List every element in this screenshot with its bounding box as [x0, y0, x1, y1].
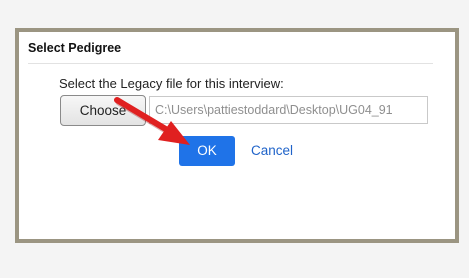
dialog-title: Select Pedigree: [28, 41, 122, 55]
file-prompt-label: Select the Legacy file for this intervie…: [59, 76, 284, 91]
cancel-link[interactable]: Cancel: [251, 143, 293, 158]
ok-button[interactable]: OK: [179, 136, 235, 166]
title-divider: [28, 63, 433, 64]
choose-file-button[interactable]: Choose: [60, 95, 146, 126]
page: Select Pedigree Select the Legacy file f…: [0, 0, 469, 278]
select-pedigree-dialog: Select Pedigree Select the Legacy file f…: [15, 28, 459, 243]
file-path-field: C:\Users\pattiestoddard\Desktop\UG04_91: [149, 96, 428, 124]
